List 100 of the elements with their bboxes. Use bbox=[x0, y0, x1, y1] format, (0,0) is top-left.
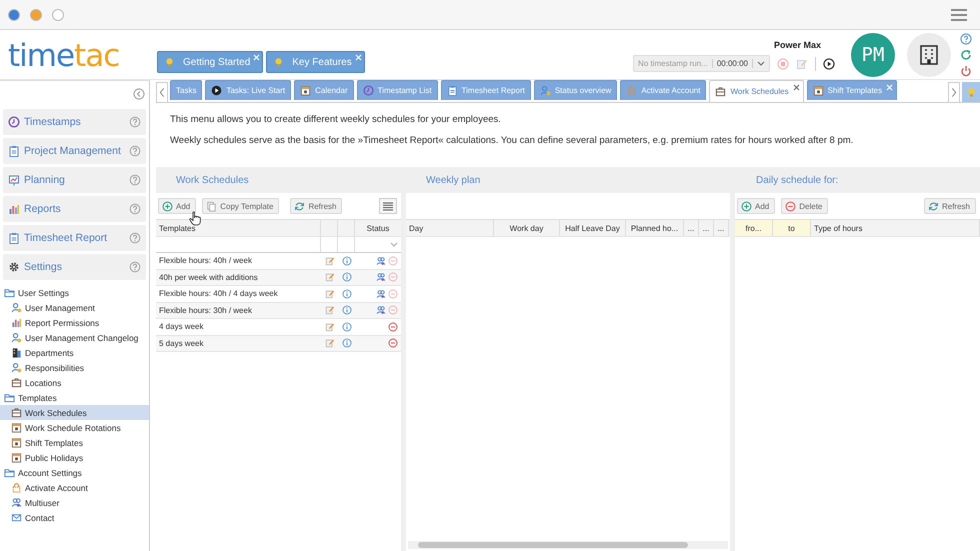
pencil-icon[interactable] bbox=[324, 256, 334, 266]
copy-icon bbox=[206, 200, 218, 212]
calendar-icon bbox=[300, 85, 312, 96]
tree-item[interactable]: Work Schedules bbox=[0, 405, 149, 420]
tree-item[interactable]: User Management bbox=[0, 300, 149, 315]
sidebar-section[interactable]: Timestamps bbox=[3, 109, 146, 135]
section-label: Timesheet Report bbox=[24, 232, 108, 244]
sidebar-section[interactable]: Settings bbox=[3, 254, 146, 280]
tree-category[interactable]: User Settings bbox=[18, 288, 70, 298]
tree-item[interactable]: Responsibilities bbox=[0, 360, 149, 375]
help-icon[interactable] bbox=[129, 116, 141, 128]
help-icon[interactable] bbox=[960, 33, 972, 45]
tree-item[interactable]: Work Schedule Rotations bbox=[0, 420, 149, 435]
info-icon[interactable] bbox=[342, 256, 352, 266]
help-tab[interactable]: Getting Started bbox=[157, 51, 264, 73]
users-icon[interactable] bbox=[376, 288, 386, 299]
caret-icon[interactable] bbox=[757, 61, 765, 66]
template-name: Flexible hours: 40h / 4 days week bbox=[158, 288, 279, 300]
collapse-icon[interactable] bbox=[133, 88, 145, 100]
info-icon[interactable] bbox=[342, 305, 352, 316]
users-icon[interactable] bbox=[376, 256, 386, 266]
folder-icon bbox=[4, 467, 15, 478]
sidebar-section[interactable]: Project Management bbox=[3, 138, 146, 164]
window-control[interactable] bbox=[52, 8, 64, 20]
tree-item-label: Report Permissions bbox=[25, 318, 100, 328]
tree-item[interactable]: User Management Changelog bbox=[0, 330, 149, 345]
tree-item-label: Shift Templates bbox=[25, 438, 83, 448]
tree-item[interactable]: Multiuser bbox=[0, 495, 149, 510]
tree-item[interactable]: Activate Account bbox=[0, 480, 149, 495]
refresh-icon[interactable] bbox=[960, 49, 972, 61]
tab[interactable]: Work Schedules bbox=[709, 80, 804, 102]
help-icon[interactable] bbox=[129, 174, 141, 186]
column-header: ... bbox=[684, 220, 699, 236]
close-icon[interactable] bbox=[792, 84, 800, 91]
stop-icon[interactable] bbox=[777, 58, 789, 70]
edit-icon[interactable] bbox=[796, 58, 808, 70]
help-icon[interactable] bbox=[129, 261, 141, 273]
minus-circle-icon[interactable] bbox=[388, 322, 398, 332]
pencil-icon[interactable] bbox=[324, 305, 334, 316]
horizontal-scrollbar[interactable] bbox=[408, 541, 728, 549]
menu-icon[interactable] bbox=[950, 6, 968, 22]
copy-template-button[interactable]: Copy Template bbox=[202, 198, 280, 214]
pencil-icon[interactable] bbox=[324, 338, 334, 348]
info-icon[interactable] bbox=[342, 272, 352, 282]
window-control[interactable] bbox=[30, 8, 42, 20]
tree-item-label: Responsibilities bbox=[25, 362, 84, 372]
intro-text: This menu allows you to create different weekly schedules for your employees. bbox=[170, 114, 502, 125]
delete-button[interactable]: Delete bbox=[781, 198, 828, 214]
power-icon[interactable] bbox=[960, 65, 972, 77]
tree-category[interactable]: Account Settings bbox=[18, 468, 82, 478]
info-icon[interactable] bbox=[342, 322, 352, 332]
window-control[interactable] bbox=[8, 8, 20, 20]
play-icon[interactable] bbox=[823, 58, 835, 70]
mail-icon bbox=[11, 512, 22, 523]
user-avatar[interactable]: PM bbox=[851, 33, 895, 77]
tree-item[interactable]: Locations bbox=[0, 375, 149, 390]
tree-item[interactable]: Public Holidays bbox=[0, 450, 149, 465]
help-tab-label: Key Features bbox=[292, 56, 352, 68]
pencil-icon[interactable] bbox=[324, 272, 334, 282]
refresh-button[interactable]: Refresh bbox=[924, 198, 976, 214]
pencil-icon[interactable] bbox=[324, 288, 334, 299]
tree-category[interactable]: Templates bbox=[18, 392, 57, 402]
tab-label: Status overview bbox=[554, 86, 612, 95]
users-icon[interactable] bbox=[376, 272, 386, 282]
help-icon[interactable] bbox=[129, 232, 141, 244]
bar-chart-icon bbox=[8, 203, 20, 215]
pencil-icon[interactable] bbox=[324, 322, 334, 332]
panel-title: Work Schedules bbox=[175, 174, 250, 188]
list-menu-button[interactable] bbox=[379, 198, 397, 214]
tree-item-label: User Management bbox=[25, 302, 95, 312]
info-icon[interactable] bbox=[342, 338, 352, 348]
add-button[interactable]: Add bbox=[158, 198, 196, 214]
help-tab[interactable]: Key Features bbox=[266, 51, 365, 73]
help-icon[interactable] bbox=[129, 145, 141, 157]
refresh-icon bbox=[928, 200, 939, 212]
company-button[interactable] bbox=[907, 33, 951, 77]
add-button[interactable]: Add bbox=[737, 198, 776, 214]
tree-item[interactable]: Shift Templates bbox=[0, 435, 149, 450]
minus-circle-icon bbox=[785, 200, 796, 212]
intro-text: Weekly schedules serve as the basis for the »Timesheet Report« calculations. You can define several parameters, e.g. premium rates for hours worked after 8 pm. bbox=[170, 135, 854, 146]
tree-item-label: Work Schedules bbox=[25, 408, 87, 418]
person-icon bbox=[11, 302, 22, 313]
minus-circle-icon[interactable] bbox=[388, 338, 398, 348]
tree-item-label: Contact bbox=[25, 512, 54, 522]
tree-item[interactable]: Contact bbox=[0, 510, 149, 525]
timer-dropdown[interactable]: No timestamp run... 00:00:00 bbox=[633, 55, 770, 72]
help-icon[interactable] bbox=[129, 203, 141, 215]
sidebar-section[interactable]: Planning bbox=[3, 167, 146, 193]
tree-item[interactable]: Departments bbox=[0, 345, 149, 360]
refresh-button[interactable]: Refresh bbox=[290, 198, 342, 214]
users-icon[interactable] bbox=[376, 305, 386, 316]
info-icon[interactable] bbox=[342, 288, 352, 299]
scroll-right-icon[interactable] bbox=[948, 82, 960, 102]
sidebar-section[interactable]: Timesheet Report bbox=[3, 225, 146, 251]
tree-item[interactable]: Report Permissions bbox=[0, 315, 149, 330]
help-tab-label: Getting Started bbox=[183, 56, 250, 68]
tree-item-label: Activate Account bbox=[25, 482, 88, 492]
scroll-left-icon[interactable] bbox=[156, 82, 168, 102]
tab-label: Tasks: Live Start bbox=[226, 86, 286, 95]
sidebar-section[interactable]: Reports bbox=[3, 196, 146, 222]
